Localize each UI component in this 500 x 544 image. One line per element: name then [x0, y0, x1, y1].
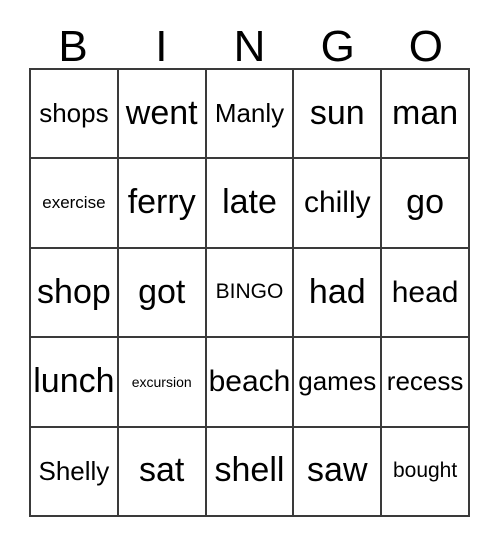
header-cell-n: N	[205, 20, 293, 72]
bingo-cell[interactable]: excursion	[118, 338, 207, 428]
bingo-cell-label: had	[308, 272, 366, 311]
bingo-cell[interactable]: go	[382, 159, 470, 249]
bingo-cell[interactable]: sat	[118, 427, 207, 517]
bingo-cell-label: beach	[208, 365, 291, 399]
bingo-row: shop got BINGO had head	[31, 248, 470, 339]
bingo-cell-label: exercise	[42, 193, 106, 213]
bingo-cell-free-space[interactable]: BINGO	[206, 248, 295, 339]
header-cell-o: O	[382, 20, 470, 72]
bingo-row: lunch excursion beach games recess	[31, 338, 470, 428]
bingo-cell-label: games	[298, 366, 377, 397]
bingo-cell[interactable]: beach	[206, 338, 295, 428]
bingo-cell[interactable]: head	[382, 248, 470, 339]
bingo-cell-label: shell	[214, 451, 285, 490]
bingo-cell-label: head	[391, 275, 459, 309]
bingo-cell[interactable]: Shelly	[31, 427, 119, 517]
header-letter-b: B	[58, 22, 88, 72]
bingo-cell-label: Shelly	[38, 455, 110, 486]
bingo-cell[interactable]: sun	[294, 70, 383, 160]
bingo-cell[interactable]: Manly	[206, 70, 295, 160]
bingo-cell[interactable]: ferry	[118, 159, 207, 249]
bingo-cell-label: sat	[139, 451, 185, 490]
bingo-row: exercise ferry late chilly go	[31, 159, 470, 249]
bingo-cell-label: ferry	[127, 183, 196, 222]
bingo-card: B I N G O shops went Manly sun man exerc…	[29, 20, 470, 517]
bingo-cell[interactable]: games	[294, 338, 383, 428]
bingo-cell-label: sun	[309, 93, 365, 132]
bingo-cell[interactable]: bought	[382, 427, 470, 517]
bingo-cell[interactable]: recess	[382, 338, 470, 428]
bingo-cell-label: shop	[37, 272, 111, 311]
header-letter-n: N	[233, 22, 266, 72]
bingo-cell[interactable]: had	[294, 248, 383, 339]
bingo-cell-label: chilly	[303, 186, 371, 220]
header-letter-g: G	[320, 22, 355, 72]
bingo-cell[interactable]: lunch	[31, 338, 119, 428]
header-letter-o: O	[408, 22, 444, 72]
bingo-cell-label: went	[125, 93, 198, 132]
bingo-row: shops went Manly sun man	[31, 70, 470, 160]
bingo-grid: shops went Manly sun man exercise ferry	[29, 68, 470, 517]
bingo-cell-label: saw	[307, 451, 368, 490]
bingo-cell[interactable]: got	[118, 248, 207, 339]
bingo-cell-label: Manly	[214, 98, 285, 129]
bingo-cell-label: excursion	[131, 373, 192, 390]
bingo-cell[interactable]: went	[118, 70, 207, 160]
bingo-cell[interactable]: saw	[294, 427, 383, 517]
bingo-header: B I N G O	[29, 20, 470, 72]
header-cell-b: B	[29, 20, 117, 72]
bingo-cell-label: man	[392, 93, 459, 132]
bingo-row: Shelly sat shell saw bought	[31, 427, 470, 517]
free-space-label: BINGO	[215, 280, 284, 304]
bingo-cell-label: got	[138, 272, 186, 311]
bingo-cell-label: bought	[392, 459, 458, 483]
bingo-cell-label: lunch	[33, 362, 115, 401]
bingo-cell[interactable]: man	[382, 70, 470, 160]
bingo-cell-label: recess	[386, 366, 464, 397]
bingo-cell[interactable]: late	[206, 159, 295, 249]
bingo-cell-label: go	[406, 183, 444, 222]
header-letter-i: I	[155, 22, 168, 72]
header-cell-g: G	[294, 20, 382, 72]
header-cell-i: I	[117, 20, 205, 72]
bingo-cell[interactable]: chilly	[294, 159, 383, 249]
bingo-cell[interactable]: shops	[31, 70, 119, 160]
bingo-cell[interactable]: shell	[206, 427, 295, 517]
bingo-cell-label: late	[222, 183, 277, 222]
bingo-cell[interactable]: shop	[31, 248, 119, 339]
bingo-cell[interactable]: exercise	[31, 159, 119, 249]
bingo-cell-label: shops	[39, 98, 109, 129]
